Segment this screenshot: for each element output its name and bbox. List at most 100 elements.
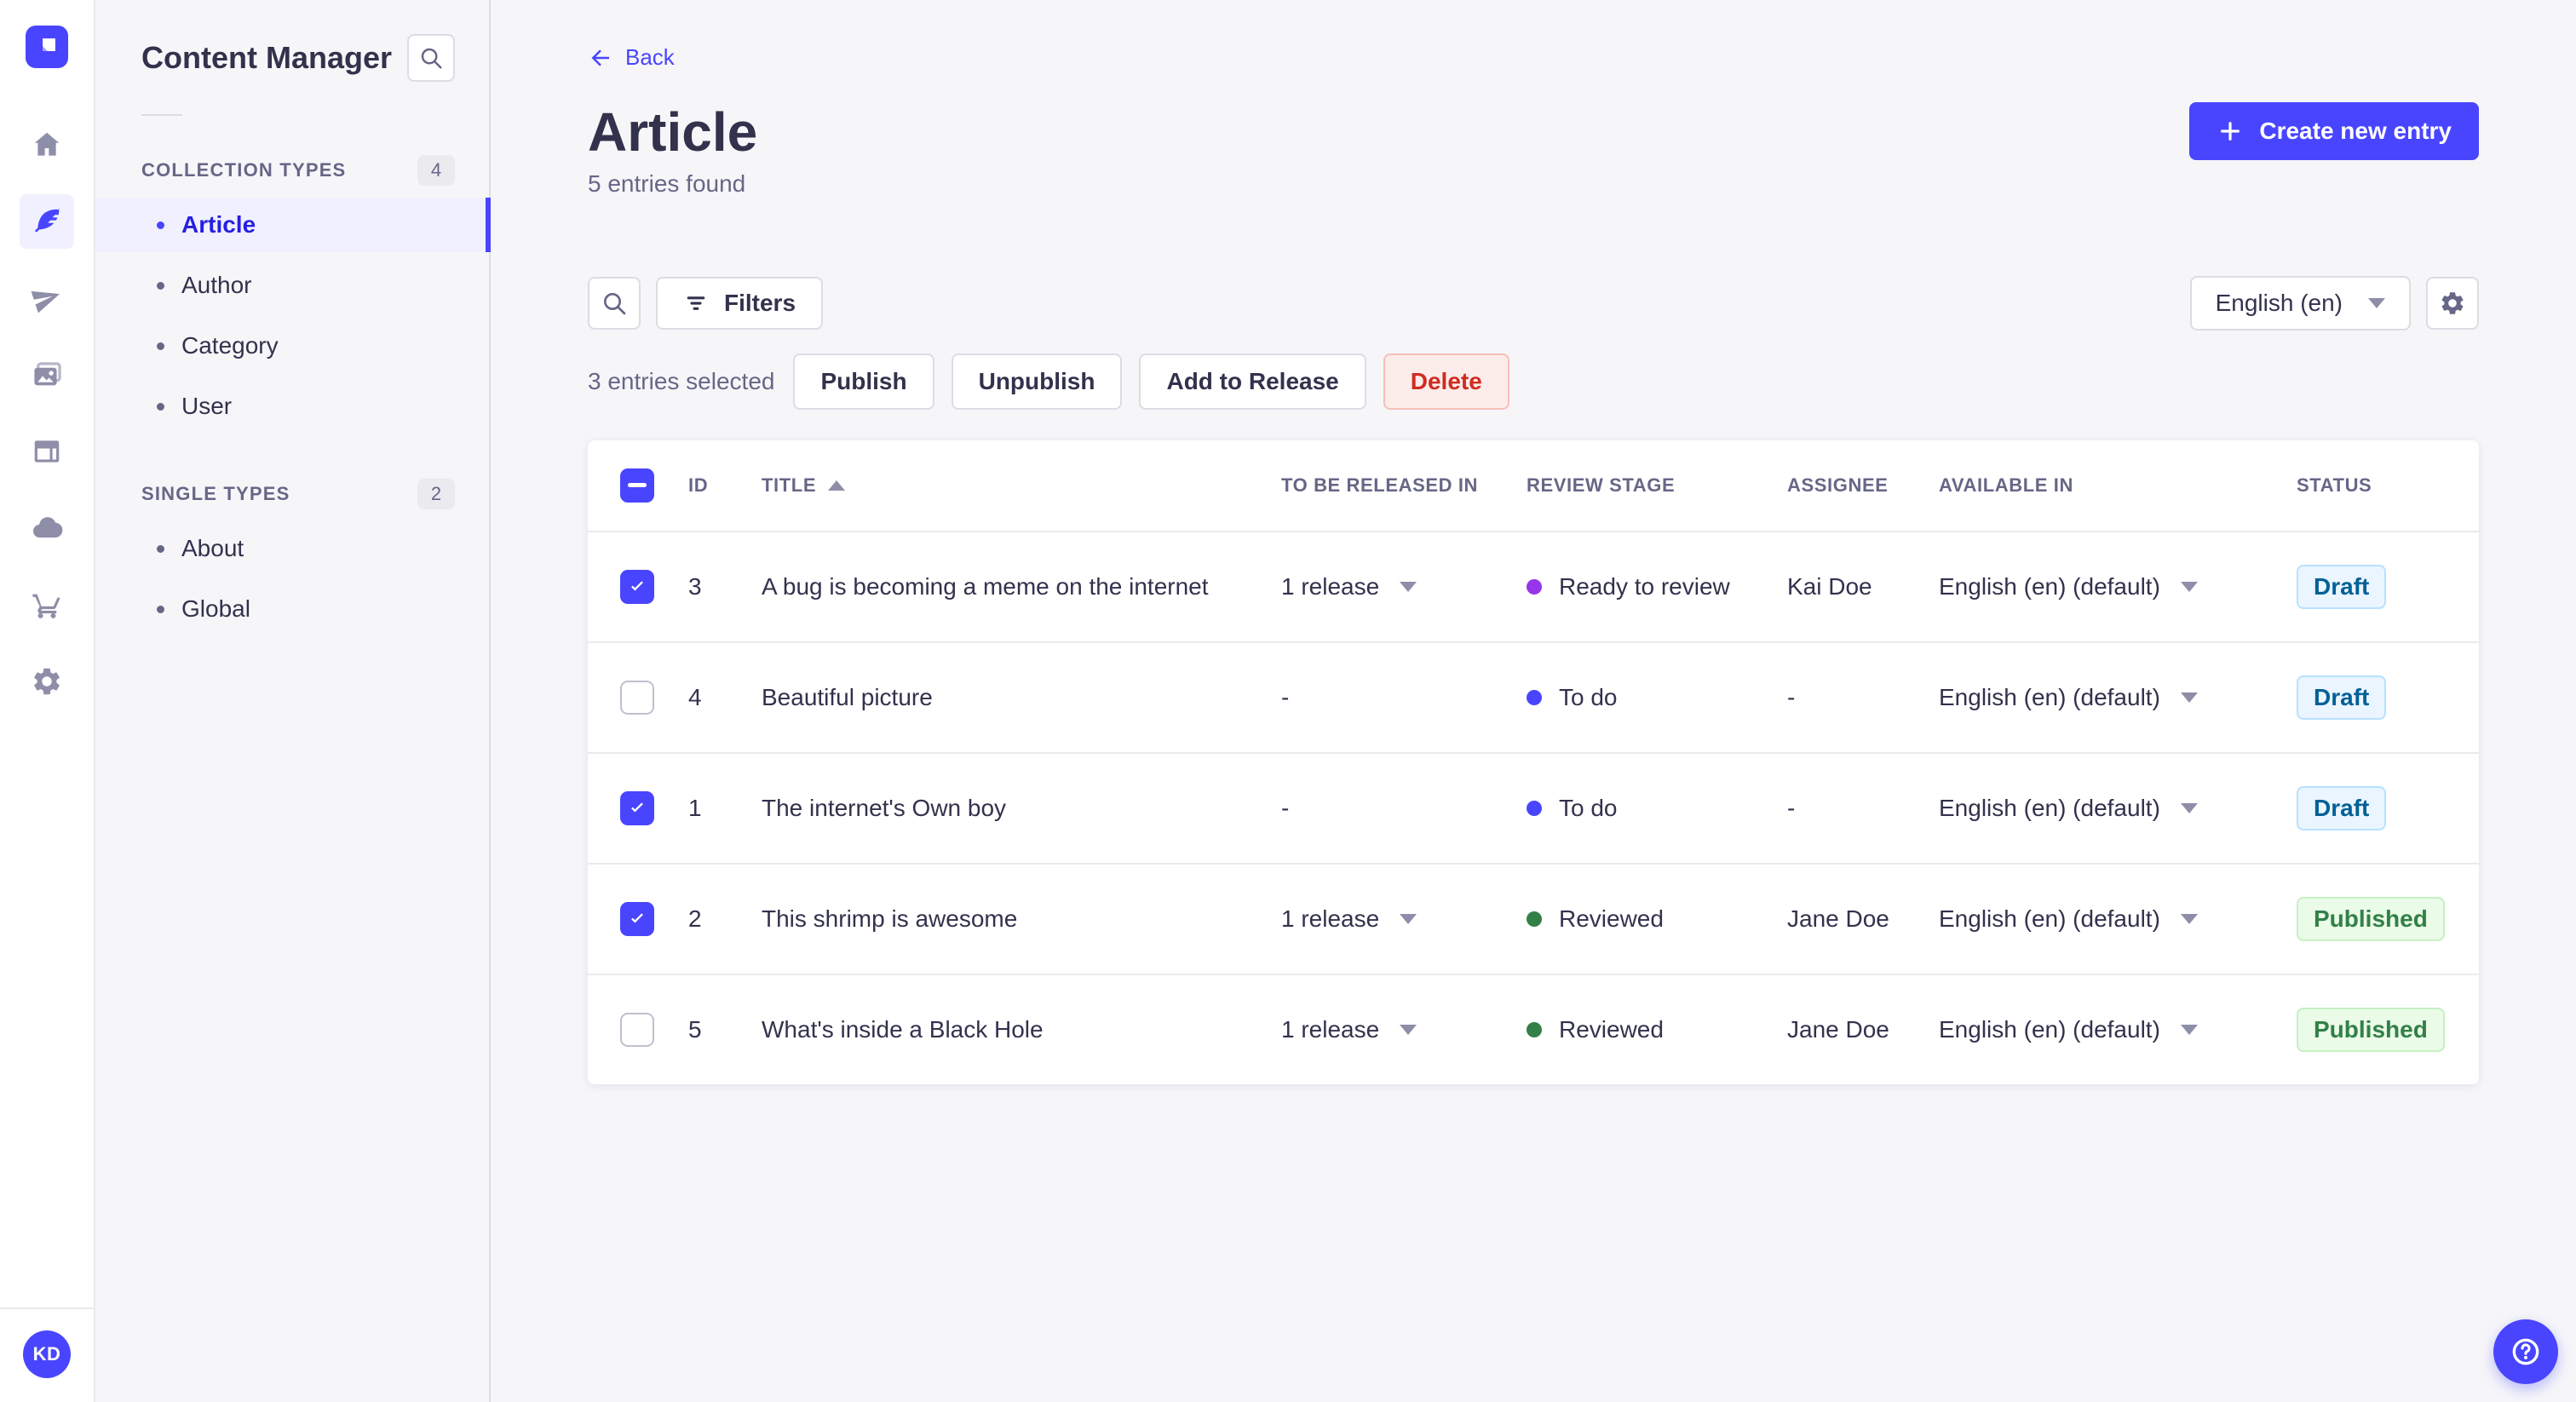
cell-id: 2: [688, 905, 702, 932]
release-value: 1 release: [1281, 905, 1380, 932]
help-button[interactable]: [2493, 1319, 2558, 1384]
row-checkbox[interactable]: [620, 790, 654, 825]
cell-assignee: Jane Doe: [1787, 1015, 1889, 1043]
locale-chevron-icon[interactable]: [2180, 581, 2198, 592]
check-icon: [631, 802, 643, 813]
delete-button[interactable]: Delete: [1383, 353, 1509, 410]
table-row[interactable]: 4 Beautiful picture - To do - English (e…: [588, 641, 2479, 752]
column-header-to-be-released-in[interactable]: TO BE RELEASED IN: [1281, 474, 1527, 497]
column-header-status[interactable]: STATUS: [2297, 474, 2447, 497]
cell-id: 3: [688, 572, 702, 600]
status-badge: Draft: [2297, 785, 2387, 830]
locale-select[interactable]: English (en): [2189, 275, 2411, 330]
review-stage-value: Ready to review: [1559, 572, 1730, 600]
feather-icon[interactable]: [20, 194, 74, 249]
cart-icon[interactable]: [20, 577, 74, 632]
subnav-item-label: About: [181, 535, 244, 561]
selection-count-text: 3 entries selected: [588, 367, 775, 394]
add-to-release-button[interactable]: Add to Release: [1139, 353, 1366, 410]
main-content: Back Article 5 entries found Create new …: [491, 0, 2576, 1402]
publish-button[interactable]: Publish: [793, 353, 934, 410]
main-nav-rail: KD: [0, 0, 95, 1402]
cell-release: 1 release: [1281, 905, 1527, 933]
column-header-available-in[interactable]: AVAILABLE IN: [1939, 474, 2297, 497]
back-link[interactable]: Back: [588, 44, 675, 71]
unpublish-button[interactable]: Unpublish: [951, 353, 1123, 410]
subnav-item[interactable]: User: [95, 379, 489, 434]
filters-button[interactable]: Filters: [656, 276, 824, 330]
table-header-row: ID TITLE TO BE RELEASED IN REVIEW STAGE …: [588, 440, 2479, 531]
back-label: Back: [625, 44, 675, 70]
cell-title: The internet's Own boy: [762, 794, 1007, 821]
row-checkbox[interactable]: [620, 901, 654, 936]
row-checkbox[interactable]: [620, 680, 654, 715]
subnav-item[interactable]: Author: [95, 258, 489, 313]
subnav-item-label: Article: [181, 211, 256, 238]
table-row[interactable]: 2 This shrimp is awesome 1 release Revie…: [588, 862, 2479, 974]
avatar[interactable]: KD: [23, 1330, 71, 1378]
subnav-item[interactable]: Article: [95, 198, 491, 252]
locale-chevron-icon[interactable]: [2180, 692, 2198, 703]
bullet-icon: [157, 544, 164, 553]
available-in-value: English (en) (default): [1939, 794, 2160, 821]
layout-icon[interactable]: [20, 424, 74, 479]
images-icon[interactable]: [20, 348, 74, 402]
create-new-entry-button[interactable]: Create new entry: [2189, 101, 2479, 160]
stage-dot-icon: [1527, 1021, 1542, 1037]
section-label-single-types: SINGLE TYPES: [141, 483, 290, 504]
bullet-icon: [157, 281, 164, 290]
subnav-item-label: User: [181, 393, 233, 419]
single-types-count-badge: 2: [417, 479, 455, 509]
row-checkbox[interactable]: [620, 569, 654, 604]
locale-chevron-icon[interactable]: [2180, 913, 2198, 924]
column-header-review-stage[interactable]: REVIEW STAGE: [1527, 474, 1787, 497]
cell-title: This shrimp is awesome: [762, 905, 1018, 932]
subnav-item[interactable]: Category: [95, 319, 489, 373]
table-row[interactable]: 1 The internet's Own boy - To do - Engli…: [588, 751, 2479, 863]
cell-release: -: [1281, 795, 1527, 822]
stage-dot-icon: [1527, 578, 1542, 595]
sort-ascending-icon: [828, 480, 846, 491]
locale-chevron-icon[interactable]: [2180, 1024, 2198, 1035]
cell-review-stage: To do: [1527, 795, 1787, 822]
review-stage-value: Reviewed: [1559, 1015, 1664, 1043]
strapi-logo[interactable]: [26, 26, 68, 68]
cell-assignee: -: [1787, 794, 1796, 821]
release-chevron-icon[interactable]: [1400, 913, 1417, 924]
table-row[interactable]: 3 A bug is becoming a meme on the intern…: [588, 530, 2479, 641]
select-all-checkbox[interactable]: [620, 468, 654, 503]
column-header-title[interactable]: TITLE: [762, 474, 1281, 497]
search-icon[interactable]: [588, 276, 641, 330]
column-header-id[interactable]: ID: [688, 474, 762, 497]
cell-title: A bug is becoming a meme on the internet: [762, 572, 1209, 600]
subnav-item-label: Category: [181, 332, 279, 359]
indeterminate-icon: [628, 483, 647, 488]
rail-divider: [0, 1307, 94, 1309]
table-row[interactable]: 5 What's inside a Black Hole 1 release R…: [588, 973, 2479, 1084]
release-value: 1 release: [1281, 1015, 1380, 1043]
column-header-assignee[interactable]: ASSIGNEE: [1787, 474, 1939, 497]
cell-id: 5: [688, 1015, 702, 1043]
entries-table: ID TITLE TO BE RELEASED IN REVIEW STAGE …: [588, 440, 2479, 1084]
status-badge: Draft: [2297, 675, 2387, 720]
subnav-item-label: Author: [181, 272, 252, 298]
paper-plane-icon[interactable]: [20, 271, 74, 325]
row-checkbox[interactable]: [620, 1012, 654, 1047]
cell-review-stage: To do: [1527, 684, 1787, 711]
collection-types-count-badge: 4: [417, 155, 455, 186]
view-settings-gear-icon[interactable]: [2426, 276, 2479, 330]
subnav-item[interactable]: Global: [95, 582, 489, 636]
search-icon[interactable]: [407, 34, 455, 82]
cell-review-stage: Reviewed: [1527, 905, 1787, 933]
release-chevron-icon[interactable]: [1400, 581, 1417, 592]
collection-types-list: Article Author Category User: [95, 198, 491, 434]
cloud-icon[interactable]: [20, 501, 74, 555]
cell-release: 1 release: [1281, 573, 1527, 600]
home-icon[interactable]: [20, 118, 74, 172]
check-icon: [631, 581, 643, 591]
subnav-item[interactable]: About: [95, 521, 489, 576]
release-chevron-icon[interactable]: [1400, 1024, 1417, 1035]
bullet-icon: [157, 221, 164, 229]
locale-chevron-icon[interactable]: [2180, 802, 2198, 813]
gear-icon[interactable]: [20, 654, 74, 709]
